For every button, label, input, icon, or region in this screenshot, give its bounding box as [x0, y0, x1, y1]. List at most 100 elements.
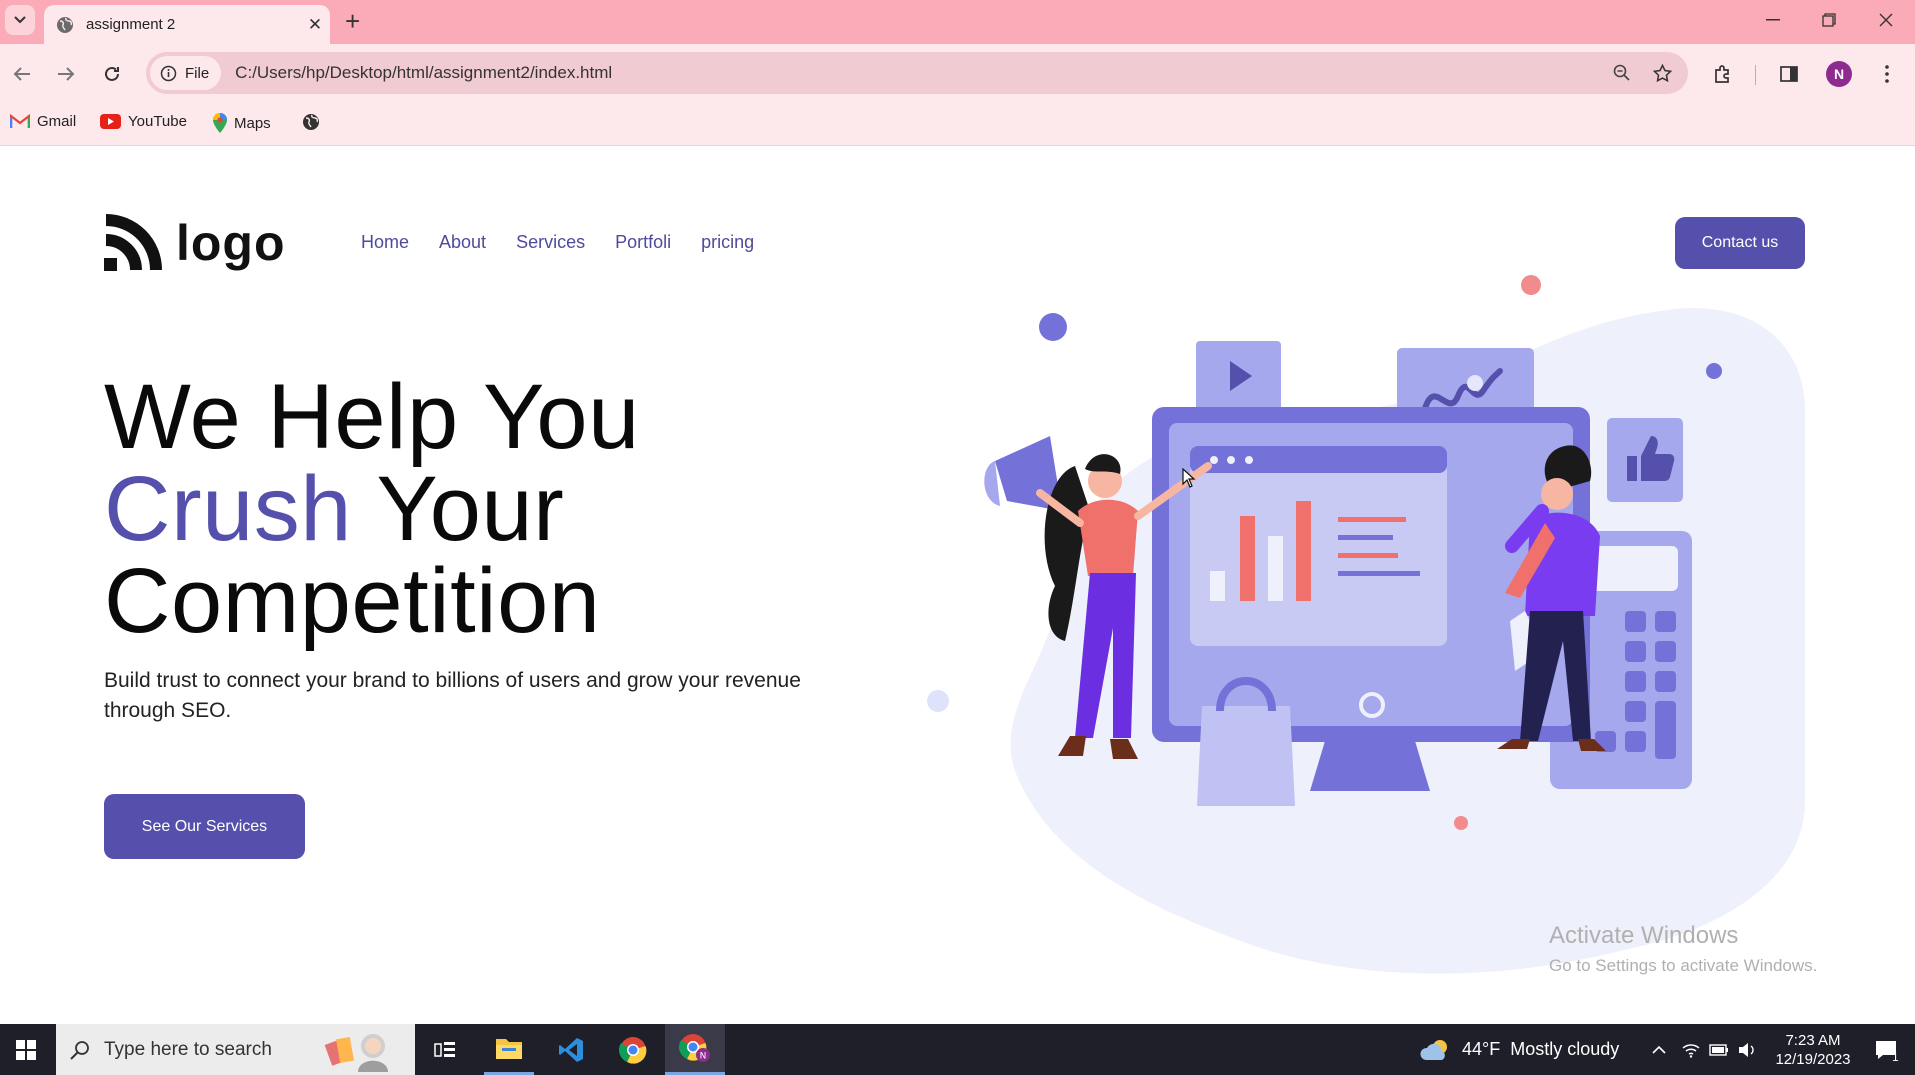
dot-decoration: [1039, 313, 1067, 341]
extensions-button[interactable]: [1707, 58, 1739, 90]
mouse-cursor-icon: [1182, 468, 1196, 488]
chevron-down-icon: [14, 16, 26, 24]
nav-link-portfolio[interactable]: Portfoli: [615, 232, 671, 253]
battery-button[interactable]: [1706, 1024, 1732, 1075]
profile-avatar[interactable]: N: [1826, 61, 1852, 87]
bookmark-label: YouTube: [128, 113, 187, 130]
watermark-subtitle: Go to Settings to activate Windows.: [1549, 956, 1818, 975]
reload-button[interactable]: [96, 58, 128, 90]
zoom-out-icon: [1613, 64, 1630, 81]
hero-subtitle: Build trust to connect your brand to bil…: [104, 669, 801, 722]
network-button[interactable]: [1678, 1024, 1704, 1075]
shopping-bag: [1197, 706, 1295, 806]
logo-text: logo: [176, 215, 286, 271]
taskbar-search[interactable]: Type here to search: [56, 1024, 415, 1075]
chrome-taskbar-button[interactable]: [608, 1024, 658, 1075]
svg-text:N: N: [700, 1052, 707, 1062]
url-text[interactable]: C:/Users/hp/Desktop/html/assignment2/ind…: [235, 63, 1602, 83]
minimize-button[interactable]: [1745, 0, 1801, 40]
browser-tab-strip: assignment 2 ✕ +: [0, 0, 1915, 44]
kebab-menu-icon: [1885, 65, 1889, 83]
minimize-icon: [1766, 19, 1780, 21]
weather-description: Mostly cloudy: [1510, 1039, 1620, 1059]
battery-icon: [1709, 1043, 1728, 1056]
windows-taskbar: Type here to search N 44°F Mostly cloudy: [0, 1024, 1915, 1075]
toolbar-divider: [1755, 65, 1756, 85]
globe-icon: [57, 16, 73, 33]
browser-toolbar: File C:/Users/hp/Desktop/html/assignment…: [0, 44, 1915, 103]
volume-button[interactable]: [1734, 1024, 1760, 1075]
nav-link-pricing[interactable]: pricing: [701, 232, 754, 253]
web-page: logo Home About Services Portfoli pricin…: [0, 146, 1915, 1024]
zoom-button[interactable]: [1602, 53, 1642, 93]
site-info-chip[interactable]: File: [150, 56, 222, 90]
nav-link-home[interactable]: Home: [361, 232, 409, 253]
see-our-services-button[interactable]: See Our Services: [104, 794, 305, 859]
dot-decoration: [927, 690, 949, 712]
task-view-icon: [434, 1041, 455, 1057]
show-hidden-icons-button[interactable]: [1648, 1024, 1670, 1075]
logo-mark-icon: [104, 214, 162, 271]
bookmark-gmail[interactable]: Gmail: [10, 113, 76, 130]
browser-menu-button[interactable]: [1871, 58, 1903, 90]
close-window-button[interactable]: [1858, 0, 1914, 40]
bookmark-youtube[interactable]: YouTube: [100, 113, 187, 130]
wave-highlight: [1467, 375, 1483, 391]
nav-link-about[interactable]: About: [439, 232, 486, 253]
bookmark-maps[interactable]: Maps: [213, 113, 271, 133]
hero-illustration: [927, 275, 1805, 974]
vscode-taskbar-button[interactable]: [546, 1024, 596, 1075]
site-logo[interactable]: logo: [104, 214, 286, 272]
address-bar[interactable]: File C:/Users/hp/Desktop/html/assignment…: [146, 52, 1688, 94]
search-icon: [70, 1040, 89, 1060]
side-panel-button[interactable]: [1773, 58, 1805, 90]
restore-icon: [1822, 13, 1836, 27]
watermark-title: Activate Windows: [1549, 922, 1739, 949]
clock-time: 7:23 AM: [1785, 1031, 1841, 1049]
close-tab-icon[interactable]: ✕: [300, 15, 330, 35]
youtube-icon: [100, 114, 121, 129]
notification-center-button[interactable]: 1: [1862, 1024, 1910, 1075]
clock-date: 12/19/2023: [1775, 1050, 1851, 1068]
restore-button[interactable]: [1801, 0, 1857, 40]
weather-temperature: 44°F: [1462, 1039, 1501, 1059]
monitor-stand: [1310, 741, 1430, 791]
gmail-icon: [10, 114, 30, 128]
tab-search-button[interactable]: [5, 5, 35, 35]
windows-logo-icon: [16, 1039, 36, 1060]
bookmark-label: Gmail: [37, 113, 77, 130]
forward-button[interactable]: [50, 58, 82, 90]
tab-title: assignment 2: [86, 16, 176, 33]
bookmark-globe[interactable]: [302, 113, 320, 131]
nav-link-services[interactable]: Services: [516, 232, 585, 253]
back-button[interactable]: [6, 58, 38, 90]
reload-icon: [105, 66, 119, 81]
chrome-profile-icon: N: [679, 1034, 710, 1062]
wifi-icon: [1682, 1043, 1700, 1058]
site-nav: Home About Services Portfoli pricing: [361, 232, 754, 253]
puzzle-icon: [1715, 65, 1729, 83]
clock[interactable]: 7:23 AM 12/19/2023: [1768, 1024, 1858, 1075]
bookmarks-bar: Gmail YouTube Maps: [0, 103, 1915, 146]
start-button[interactable]: [0, 1024, 52, 1075]
maps-pin-icon: [213, 113, 227, 133]
task-view-button[interactable]: [430, 1024, 460, 1075]
site-info-label: File: [185, 64, 210, 82]
bookmark-star-button[interactable]: [1642, 53, 1682, 93]
hero-title-line-3: Competition: [104, 550, 601, 652]
side-panel-icon: [1780, 66, 1798, 82]
browser-window-card: [1190, 446, 1447, 646]
hero-title: We Help You Crush Your Competition: [104, 371, 640, 647]
weather-widget[interactable]: 44°F Mostly cloudy: [1420, 1024, 1630, 1075]
chrome-profile-taskbar-button[interactable]: N: [665, 1024, 725, 1075]
dot-decoration: [1454, 816, 1468, 830]
new-tab-button[interactable]: +: [345, 6, 360, 36]
hero-title-line-1: We Help You: [104, 366, 640, 468]
bookmark-label: Maps: [234, 114, 271, 132]
chevron-up-icon: [1652, 1045, 1666, 1054]
dot-decoration: [1521, 275, 1541, 295]
file-explorer-taskbar-button[interactable]: [484, 1024, 534, 1075]
folder-icon: [496, 1039, 522, 1059]
browser-tab-active[interactable]: assignment 2 ✕: [44, 5, 330, 44]
search-placeholder: Type here to search: [104, 1038, 272, 1060]
